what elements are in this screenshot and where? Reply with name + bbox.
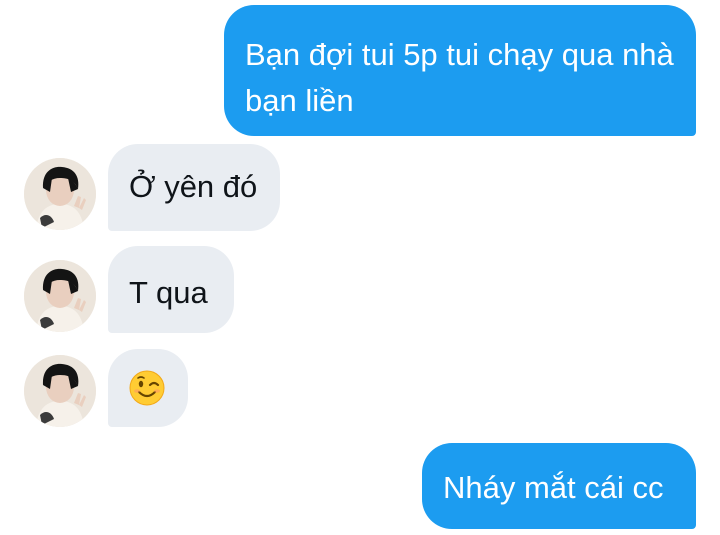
- message-text: Bạn đợi tui 5p tui chạy qua nhà bạn liền: [245, 37, 674, 118]
- sender-avatar[interactable]: [24, 355, 96, 427]
- incoming-emoji-bubble[interactable]: [108, 349, 188, 427]
- message-text: Nháy mắt cái cc: [443, 470, 664, 505]
- avatar-photo: [24, 260, 96, 332]
- avatar-photo: [24, 355, 96, 427]
- sender-avatar[interactable]: [24, 260, 96, 332]
- outgoing-message-bubble[interactable]: Nháy mắt cái cc: [422, 443, 696, 529]
- incoming-message-bubble[interactable]: T qua: [108, 246, 234, 333]
- sender-avatar[interactable]: [24, 158, 96, 230]
- outgoing-message-bubble[interactable]: Bạn đợi tui 5p tui chạy qua nhà bạn liền: [224, 5, 696, 136]
- wink-emoji-icon: [129, 370, 165, 406]
- incoming-message-bubble[interactable]: Ở yên đó: [108, 144, 280, 231]
- avatar-photo: [24, 158, 96, 230]
- message-text: Ở yên đó: [129, 169, 258, 204]
- message-text: T qua: [129, 275, 208, 310]
